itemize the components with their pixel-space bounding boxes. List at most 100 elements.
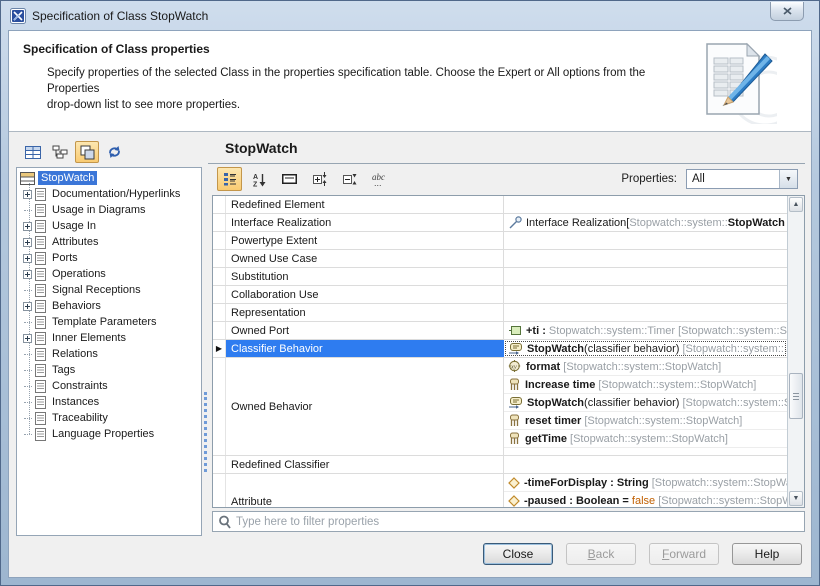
property-value[interactable]	[504, 232, 787, 249]
panel-splitter[interactable]	[204, 392, 207, 472]
property-value[interactable]	[504, 304, 787, 321]
property-name[interactable]: Substitution	[226, 268, 504, 285]
table-row-selected: ▶ Classifier Behavior StopWatch (classifi…	[213, 340, 787, 358]
property-name[interactable]: Redefined Element	[226, 196, 504, 213]
port-icon	[508, 325, 522, 336]
dialog-body: Specification of Class properties Specif…	[8, 30, 812, 578]
collapse-nodes-icon[interactable]	[337, 167, 362, 191]
tree-item-usage-in[interactable]: Usage In	[20, 218, 201, 234]
svg-text:A: A	[253, 174, 258, 181]
tree-connector	[23, 401, 32, 403]
table-row: Owned Port +ti : Stopwatch::system::Time…	[213, 322, 787, 340]
tree-item-ports[interactable]: Ports	[20, 250, 201, 266]
property-name[interactable]: Classifier Behavior	[226, 340, 504, 357]
property-name[interactable]: Representation	[226, 304, 504, 321]
property-name[interactable]: Owned Port	[226, 322, 504, 339]
back-button[interactable]: Back	[566, 542, 636, 565]
show-full-names-icon[interactable]: abc...	[367, 167, 392, 191]
owned-behavior-item[interactable]: Increase time [Stopwatch::system::StopWa…	[504, 376, 787, 394]
page-icon	[35, 315, 46, 329]
tree-item-relations[interactable]: Relations	[20, 346, 201, 362]
tree-item-template-parameters[interactable]: Template Parameters	[20, 314, 201, 330]
property-name[interactable]: Attribute	[226, 474, 504, 507]
filter-properties-input[interactable]	[236, 515, 799, 528]
properties-dropdown-label: Properties:	[621, 173, 677, 185]
property-value[interactable]	[504, 268, 787, 285]
scrollbar-thumb[interactable]	[789, 373, 803, 420]
tree-structure-icon[interactable]	[48, 141, 72, 163]
property-name[interactable]: Collaboration Use	[226, 286, 504, 303]
row-marker-icon: ▶	[215, 344, 223, 353]
page-icon	[35, 427, 46, 441]
chevron-down-icon[interactable]: ▼	[779, 170, 797, 188]
property-value-list: xy format [Stopwatch::system::StopWatch]…	[504, 358, 787, 455]
properties-dropdown[interactable]: All ▼	[686, 169, 798, 189]
property-name[interactable]: Owned Use Case	[226, 250, 504, 267]
expand-nodes-icon[interactable]	[307, 167, 332, 191]
page-icon	[35, 347, 46, 361]
expand-plus-icon[interactable]	[23, 333, 32, 343]
table-row: Collaboration Use	[213, 286, 787, 304]
tree-item-documentation[interactable]: Documentation/Hyperlinks	[20, 186, 201, 202]
close-window-button[interactable]	[770, 2, 804, 21]
tree-item-instances[interactable]: Instances	[20, 394, 201, 410]
property-value[interactable]: +ti : Stopwatch::system::Timer [Stopwatc…	[504, 322, 787, 339]
show-description-icon[interactable]	[277, 167, 302, 191]
property-name[interactable]: Redefined Classifier	[226, 456, 504, 473]
attribute-item[interactable]: -timeForDisplay : String [Stopwatch::sys…	[504, 474, 787, 492]
table-view-icon[interactable]	[21, 141, 45, 163]
page-icon	[35, 395, 46, 409]
table-scrollbar[interactable]: ▲ ▼	[787, 196, 804, 507]
refresh-icon[interactable]	[102, 141, 126, 163]
tree-item-signal-receptions[interactable]: Signal Receptions	[20, 282, 201, 298]
owned-behavior-item[interactable]: StopWatch (classifier behavior) [Stopwatc…	[504, 394, 787, 412]
attribute-item[interactable]: -paused : Boolean = false [Stopwatch::sy…	[504, 492, 787, 507]
owned-behavior-item[interactable]: reset timer [Stopwatch::system::StopWatc…	[504, 412, 787, 430]
categorized-view-icon[interactable]	[217, 167, 242, 191]
tree-item-attributes[interactable]: Attributes	[20, 234, 201, 250]
owned-behavior-item[interactable]: getTime [Stopwatch::system::StopWatch]	[504, 430, 787, 448]
left-toolbar	[16, 140, 202, 167]
property-value[interactable]	[504, 286, 787, 303]
property-value[interactable]: Interface Realization[Stopwatch::system:…	[504, 214, 787, 231]
property-value[interactable]	[504, 456, 787, 473]
scroll-down-icon[interactable]: ▼	[789, 491, 803, 506]
tree-item-traceability[interactable]: Traceability	[20, 410, 201, 426]
scroll-up-icon[interactable]: ▲	[789, 197, 803, 212]
owned-behavior-item[interactable]: xy format [Stopwatch::system::StopWatch]	[504, 358, 787, 376]
expand-plus-icon[interactable]	[23, 301, 32, 311]
property-name[interactable]: Powertype Extent	[226, 232, 504, 249]
tree-item-behaviors[interactable]: Behaviors	[20, 298, 201, 314]
titlebar[interactable]: Specification of Class StopWatch	[1, 1, 819, 30]
expand-plus-icon[interactable]	[23, 269, 32, 279]
expand-plus-icon[interactable]	[23, 189, 32, 199]
property-name[interactable]: Interface Realization	[226, 214, 504, 231]
svg-text:...: ...	[374, 178, 382, 186]
tree-item-label: StopWatch	[38, 171, 98, 185]
sort-alphabetically-icon[interactable]: AZ	[247, 167, 272, 191]
dialog-content: StopWatch Documentation/Hyperlinks Usage…	[9, 132, 811, 536]
tree-item-constraints[interactable]: Constraints	[20, 378, 201, 394]
property-value[interactable]: StopWatch (classifier behavior) [Stopwatc…	[504, 340, 787, 357]
expand-plus-icon[interactable]	[23, 221, 32, 231]
expand-plus-icon[interactable]	[23, 237, 32, 247]
properties-dropdown-value: All	[692, 173, 705, 185]
tree-item-language-properties[interactable]: Language Properties	[20, 426, 201, 442]
tree-item-operations[interactable]: Operations	[20, 266, 201, 282]
close-button[interactable]: Close	[483, 542, 553, 565]
forward-button[interactable]: Forward	[649, 542, 719, 565]
tree-item-inner-elements[interactable]: Inner Elements	[20, 330, 201, 346]
tree-item-usage-in-diagrams[interactable]: Usage in Diagrams	[20, 202, 201, 218]
document-with-pencil-icon	[706, 42, 777, 124]
class-icon	[20, 171, 35, 185]
tree-item-tags[interactable]: Tags	[20, 362, 201, 378]
help-button[interactable]: Help	[732, 542, 802, 565]
page-icon	[35, 235, 46, 249]
expand-plus-icon[interactable]	[23, 253, 32, 263]
filter-bar	[212, 511, 805, 532]
stacked-panels-icon[interactable]	[75, 141, 99, 163]
property-name[interactable]: Owned Behavior	[226, 358, 504, 455]
property-value[interactable]	[504, 250, 787, 267]
tree-item-stopwatch[interactable]: StopWatch	[20, 170, 201, 186]
property-value[interactable]	[504, 196, 787, 213]
